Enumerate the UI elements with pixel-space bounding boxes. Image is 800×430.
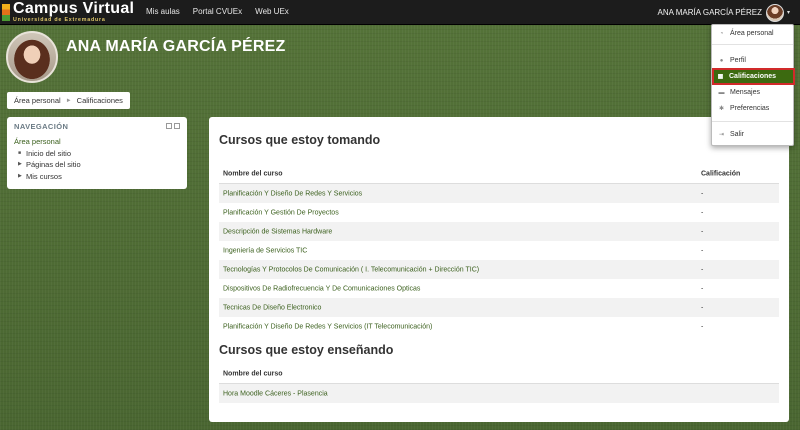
logout-icon: ⇥: [718, 132, 725, 138]
nav-link-web-uex[interactable]: Web UEx: [255, 7, 289, 16]
nav-item-inicio-del-sitio[interactable]: ■ Inicio del sitio: [14, 148, 180, 160]
nav-item-label: Mis cursos: [26, 171, 62, 181]
bullet-icon: ■: [18, 149, 22, 156]
menu-item-label: Calificaciones: [729, 73, 777, 80]
nav-link-portal-cvuex[interactable]: Portal CVUEx: [193, 7, 242, 16]
navbar-avatar[interactable]: [765, 3, 784, 22]
breadcrumb-item-calificaciones: Calificaciones: [76, 96, 123, 105]
nav-link-mis-aulas[interactable]: Mis aulas: [146, 7, 180, 16]
dashboard-icon: ◔: [719, 30, 724, 37]
column-header-course: Nombre del curso: [223, 170, 283, 177]
chevron-down-icon[interactable]: ▾: [787, 9, 790, 16]
table-row: Descripción de Sistemas Hardware -: [219, 222, 779, 241]
nav-item-label: Inicio del sitio: [26, 148, 72, 158]
dock-block-icon[interactable]: [166, 123, 172, 129]
profile-avatar: [6, 31, 58, 83]
table-row: Tecnologías Y Protocolos De Comunicación…: [219, 260, 779, 279]
menu-item-label: Perfil: [730, 57, 746, 64]
messages-icon: ▬: [718, 89, 725, 96]
menu-item-label: Área personal: [730, 30, 774, 37]
navigation-block: NAVEGACIÓN Área personal ■ Inicio del si…: [7, 117, 187, 189]
grades-icon: ▦: [717, 74, 724, 80]
table-row: Dispositivos De Radiofrecuencia Y De Com…: [219, 279, 779, 298]
breadcrumb: Área personal ► Calificaciones: [7, 92, 130, 109]
nav-item-mis-cursos[interactable]: ▶ Mis cursos: [14, 171, 180, 183]
navigation-tree: Área personal ■ Inicio del sitio ▶ Págin…: [14, 136, 180, 182]
table-row: Tecnicas De Diseño Electronico -: [219, 298, 779, 317]
grade-value: -: [701, 266, 704, 273]
expand-arrow-icon[interactable]: ▶: [18, 171, 22, 183]
menu-item-preferencias[interactable]: ✱ Preferencias: [715, 102, 792, 115]
menu-item-label: Preferencias: [730, 105, 770, 112]
grade-value: -: [701, 228, 704, 235]
collapse-block-icon[interactable]: [174, 123, 180, 129]
table-row: Planificación Y Gestión De Proyectos -: [219, 203, 779, 222]
menu-divider: [712, 121, 793, 122]
user-icon: ●: [719, 57, 724, 64]
navbar-user-name[interactable]: ANA MARÍA GARCÍA PÉREZ: [658, 8, 762, 17]
grade-value: -: [701, 190, 704, 197]
grade-value: -: [701, 285, 704, 292]
table-row: Planificación Y Diseño De Redes Y Servic…: [219, 184, 779, 203]
course-link[interactable]: Tecnicas De Diseño Electronico: [223, 304, 321, 311]
menu-item-mensajes[interactable]: ▬ Mensajes: [715, 86, 792, 99]
campus-virtual-logo[interactable]: Campus Virtual Universidad de Extremadur…: [0, 0, 140, 24]
breadcrumb-item-area-personal[interactable]: Área personal: [14, 96, 61, 105]
user-menu-toggle[interactable]: ANA MARÍA GARCÍA PÉREZ ▾: [658, 3, 790, 22]
gear-icon: ✱: [718, 106, 725, 112]
nav-item-label: Páginas del sitio: [26, 160, 81, 169]
course-link[interactable]: Descripción de Sistemas Hardware: [223, 228, 332, 235]
course-link[interactable]: Planificación Y Gestión De Proyectos: [223, 209, 339, 216]
grade-value: -: [701, 247, 704, 254]
section-title-taking: Cursos que estoy tomando: [219, 133, 381, 147]
uex-logo-icon: [2, 4, 10, 21]
grade-value: -: [701, 323, 704, 330]
user-dropdown-menu: ◔ Área personal ● Perfil ▦ Calificacione…: [711, 24, 795, 146]
course-link[interactable]: Hora Moodle Cáceres - Plasencia: [223, 390, 328, 397]
courses-teaching-table: Nombre del curso Hora Moodle Cáceres - P…: [219, 364, 779, 403]
nav-item-area-personal[interactable]: Área personal: [14, 136, 180, 148]
course-link[interactable]: Tecnologías Y Protocolos De Comunicación…: [223, 266, 479, 273]
block-controls: [166, 123, 180, 129]
course-link[interactable]: Ingeniería de Servicios TIC: [223, 247, 307, 254]
courses-taking-table: Nombre del curso Calificación Planificac…: [219, 164, 779, 336]
menu-divider: [712, 44, 793, 45]
page-title: ANA MARÍA GARCÍA PÉREZ: [66, 38, 286, 55]
menu-item-area-personal[interactable]: ◔ Área personal: [715, 27, 792, 40]
nav-item-paginas-del-sitio[interactable]: ▶ Páginas del sitio: [14, 159, 180, 171]
table-row: Hora Moodle Cáceres - Plasencia: [219, 384, 779, 403]
grade-value: -: [701, 209, 704, 216]
menu-item-salir[interactable]: ⇥ Salir: [715, 128, 792, 141]
menu-item-label: Mensajes: [730, 89, 760, 96]
breadcrumb-separator-icon: ►: [65, 97, 72, 104]
table-row: Planificación Y Diseño De Redes Y Servic…: [219, 317, 779, 336]
expand-arrow-icon[interactable]: ▶: [18, 159, 22, 171]
table-header: Nombre del curso: [219, 364, 779, 384]
course-link[interactable]: Planificación Y Diseño De Redes Y Servic…: [223, 190, 362, 197]
menu-item-calificaciones[interactable]: ▦ Calificaciones: [712, 68, 795, 85]
brand-subtitle: Universidad de Extremadura: [13, 17, 106, 23]
menu-item-perfil[interactable]: ● Perfil: [715, 54, 792, 67]
brand-title: Campus Virtual: [13, 0, 135, 17]
table-header: Nombre del curso Calificación: [219, 164, 779, 184]
table-row: Ingeniería de Servicios TIC -: [219, 241, 779, 260]
column-header-course: Nombre del curso: [223, 370, 283, 377]
menu-item-label: Salir: [730, 131, 745, 138]
navigation-block-title: NAVEGACIÓN: [14, 122, 69, 131]
top-navbar: Campus Virtual Universidad de Extremadur…: [0, 0, 800, 25]
column-header-grade: Calificación: [701, 170, 741, 177]
grade-value: -: [701, 304, 704, 311]
main-content: Cursos que estoy tomando Nombre del curs…: [209, 117, 789, 422]
top-nav-links: Mis aulas Portal CVUEx Web UEx: [146, 7, 289, 16]
section-title-teaching: Cursos que estoy enseñando: [219, 343, 394, 357]
course-link[interactable]: Dispositivos De Radiofrecuencia Y De Com…: [223, 285, 420, 292]
course-link[interactable]: Planificación Y Diseño De Redes Y Servic…: [223, 323, 432, 330]
